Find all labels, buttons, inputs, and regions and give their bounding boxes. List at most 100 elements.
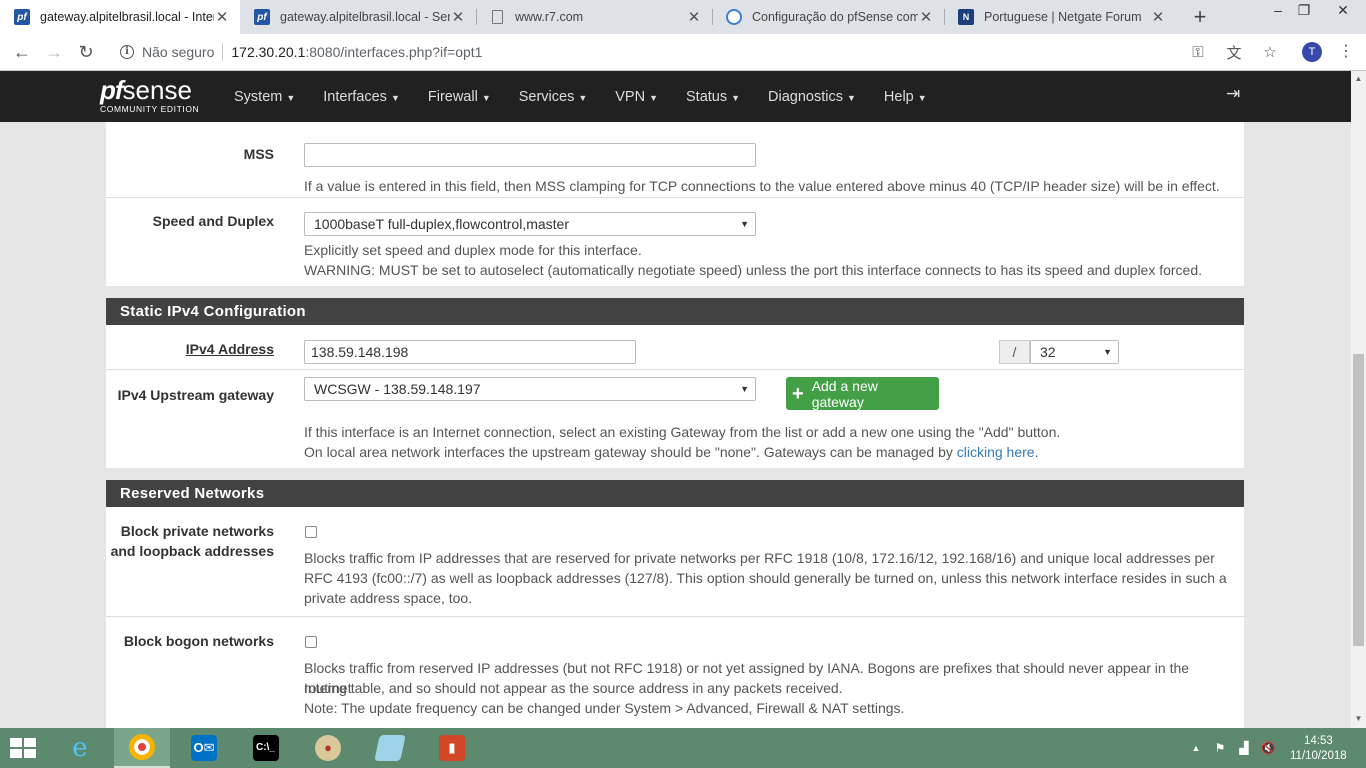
scroll-up-icon[interactable]: ▲ — [1351, 74, 1366, 83]
chrome-menu-icon[interactable]: ⋮ — [1338, 40, 1354, 64]
address-bar[interactable]: i Não seguro 172.30.20.1:8080/interfaces… — [108, 38, 1288, 66]
window-close-icon[interactable]: ✕ — [1320, 0, 1366, 20]
add-gateway-button[interactable]: + Add a new gateway — [786, 377, 939, 410]
close-icon[interactable]: ✕ — [686, 8, 702, 26]
browser-tab-4[interactable]: Configuração do pfSense com 3 ✕ — [712, 0, 944, 34]
mss-row: MSS If a value is entered in this field,… — [106, 127, 1244, 198]
profile-avatar[interactable]: T — [1302, 42, 1322, 62]
menu-interfaces[interactable]: Interfaces ▼ — [309, 89, 414, 105]
caret-down-icon: ▼ — [578, 92, 588, 103]
windows-start-icon[interactable] — [10, 738, 36, 758]
caret-down-icon: ▼ — [286, 92, 296, 103]
select-arrow-icon: ▼ — [740, 384, 749, 394]
page-scrollbar[interactable]: ▲ ▼ — [1351, 71, 1366, 728]
office-icon[interactable]: ▮ — [424, 728, 480, 768]
back-icon[interactable]: ← — [10, 40, 34, 64]
speed-duplex-select[interactable]: 1000baseT full-duplex,flowcontrol,master… — [304, 212, 756, 236]
browser-tabstrip: pf gateway.alpitelbrasil.local - Inter ✕… — [0, 0, 1366, 34]
menu-system[interactable]: System ▼ — [220, 89, 309, 105]
menu-status[interactable]: Status ▼ — [672, 89, 754, 105]
windows-taskbar: e O✉ C:\_ ● ▮ ▲ ⚑ ▟ 🔇 14:53 11/10/2018 — [0, 728, 1366, 768]
paint-icon[interactable]: ● — [300, 728, 356, 768]
netgate-icon: N — [958, 9, 974, 25]
gateway-help-1: If this interface is an Internet connect… — [304, 424, 1061, 440]
volume-muted-icon[interactable]: 🔇 — [1256, 741, 1280, 755]
url-text[interactable]: 172.30.20.1:8080/interfaces.php?if=opt1 — [231, 44, 482, 60]
translate-icon[interactable]: 文 — [1216, 42, 1252, 63]
block-bogon-checkbox[interactable] — [305, 636, 317, 648]
forward-icon[interactable]: → — [42, 40, 66, 64]
main-menu: System ▼ Interfaces ▼ Firewall ▼ Services ▼ … — [220, 71, 941, 122]
omnibox-separator — [222, 43, 224, 61]
tab-title: Portuguese | Netgate Forum — [984, 10, 1142, 24]
select-arrow-icon: ▼ — [1103, 347, 1112, 357]
speed-duplex-row: Speed and Duplex 1000baseT full-duplex,f… — [106, 198, 1244, 286]
info-icon[interactable]: i — [120, 45, 134, 59]
ipv4-address-input[interactable]: 138.59.148.198 — [304, 340, 636, 364]
speed-duplex-warning: WARNING: MUST be set to autoselect (auto… — [304, 262, 1203, 278]
clock-date: 11/10/2018 — [1290, 750, 1347, 762]
flag-icon[interactable]: ⚑ — [1208, 741, 1232, 755]
menu-services[interactable]: Services ▼ — [505, 89, 602, 105]
scroll-down-icon[interactable]: ▼ — [1351, 714, 1366, 723]
outlook-icon[interactable]: O✉ — [176, 728, 232, 768]
reload-icon[interactable]: ↻ — [74, 40, 98, 64]
ipv4-gateway-label: IPv4 Upstream gateway — [117, 387, 274, 403]
browser-tab-5[interactable]: N Portuguese | Netgate Forum ✕ — [944, 0, 1176, 34]
ipv4-gateway-row: IPv4 Upstream gateway WCSGW - 138.59.148… — [106, 370, 1244, 468]
reserved-networks-panel: Block private networks and loopback addre… — [106, 507, 1244, 728]
close-icon[interactable]: ✕ — [1150, 8, 1166, 26]
bookmark-star-icon[interactable]: ☆ — [1252, 43, 1288, 61]
pfsense-logo[interactable]: pfsense COMMUNITY EDITION — [100, 77, 199, 114]
mss-input[interactable] — [304, 143, 756, 167]
caret-down-icon: ▼ — [649, 92, 659, 103]
reserved-networks-heading: Reserved Networks — [106, 480, 1244, 507]
cmd-icon[interactable]: C:\_ — [238, 728, 294, 768]
network-icon[interactable]: ▟ — [1232, 741, 1256, 755]
new-tab-button[interactable]: + — [1188, 4, 1212, 30]
key-icon[interactable]: ⚿ — [1180, 44, 1216, 61]
tab-title: gateway.alpitelbrasil.local - Serv — [280, 10, 450, 24]
close-icon[interactable]: ✕ — [450, 8, 466, 26]
close-icon[interactable]: ✕ — [918, 8, 934, 26]
ipv4-gateway-select[interactable]: WCSGW - 138.59.148.197 ▼ — [304, 377, 756, 401]
restore-icon[interactable]: ❐ — [1288, 0, 1320, 20]
block-private-checkbox[interactable] — [305, 526, 317, 538]
ie-icon[interactable]: e — [52, 728, 108, 768]
mss-label: MSS — [243, 146, 274, 162]
caret-down-icon: ▼ — [917, 92, 927, 103]
menu-diagnostics[interactable]: Diagnostics ▼ — [754, 89, 870, 105]
security-label[interactable]: Não seguro — [142, 44, 214, 60]
browser-tab-3[interactable]: www.r7.com ✕ — [476, 0, 712, 34]
speed-duplex-help-1: Explicitly set speed and duplex mode for… — [304, 242, 642, 258]
cidr-select[interactable]: 32 ▼ — [1030, 340, 1119, 364]
block-bogon-help-3: Note: The update frequency can be change… — [304, 700, 905, 716]
ipv4-address-label[interactable]: IPv4 Address — [186, 339, 274, 359]
system-tray: ▲ ⚑ ▟ 🔇 — [1184, 728, 1280, 768]
omnibox-icons: ⚿ 文 ☆ — [1180, 38, 1288, 66]
caret-down-icon: ▼ — [731, 92, 741, 103]
menu-firewall[interactable]: Firewall ▼ — [414, 89, 505, 105]
browser-tab-1[interactable]: pf gateway.alpitelbrasil.local - Inter ✕ — [0, 0, 240, 34]
select-arrow-icon: ▼ — [740, 219, 749, 229]
logout-icon[interactable]: ⇥ — [1226, 84, 1240, 104]
chrome-icon[interactable] — [114, 728, 170, 768]
speed-duplex-value: 1000baseT full-duplex,flowcontrol,master — [314, 216, 569, 232]
logo-pf: pf — [100, 75, 124, 105]
page-content: MSS If a value is entered in this field,… — [0, 122, 1351, 728]
browser-tab-2[interactable]: pf gateway.alpitelbrasil.local - Serv ✕ — [240, 0, 476, 34]
close-icon[interactable]: ✕ — [214, 8, 230, 26]
gateways-link[interactable]: clicking here — [957, 444, 1035, 460]
clock-time: 14:53 — [1303, 735, 1333, 747]
notepad-icon[interactable] — [362, 728, 418, 768]
ipv4-gateway-value: WCSGW - 138.59.148.197 — [314, 381, 481, 397]
taskbar-clock[interactable]: 14:53 11/10/2018 — [1290, 734, 1347, 764]
menu-help[interactable]: Help ▼ — [870, 89, 941, 105]
url-host: 172.30.20.1 — [231, 44, 306, 60]
scrollbar-thumb[interactable] — [1353, 354, 1364, 646]
menu-vpn[interactable]: VPN ▼ — [601, 89, 672, 105]
gateway-help-2: On local area network interfaces the ups… — [304, 444, 1039, 460]
cidr-slash-addon: / — [999, 340, 1030, 364]
tray-expand-icon[interactable]: ▲ — [1184, 743, 1208, 753]
pfsense-icon: pf — [14, 9, 30, 25]
